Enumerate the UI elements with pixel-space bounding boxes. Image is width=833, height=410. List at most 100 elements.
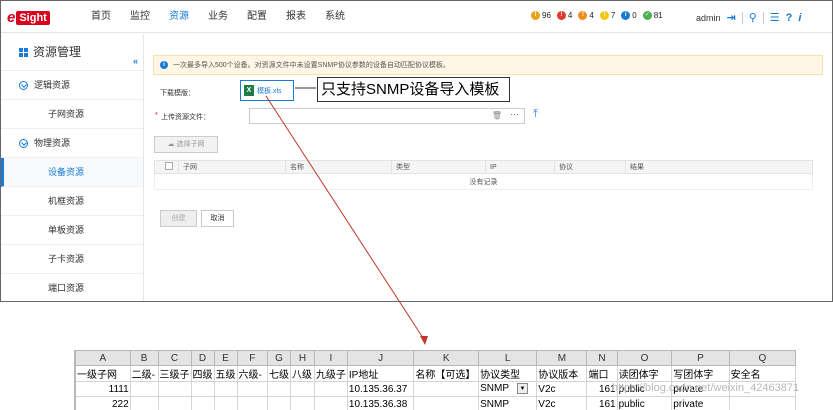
sheet-cell[interactable]: [313, 396, 348, 410]
sheet-cell[interactable]: 161: [586, 396, 618, 410]
sheet-cell[interactable]: 写团体字: [671, 365, 730, 382]
alarm-major[interactable]: ! 4: [556, 11, 572, 20]
sheet-cell[interactable]: [190, 381, 215, 397]
sheet-cell[interactable]: V2c: [536, 381, 588, 397]
nav-home[interactable]: 首页: [91, 1, 111, 33]
sheet-cell[interactable]: 二级-: [129, 365, 159, 382]
sheet-cell[interactable]: 四级: [190, 365, 215, 382]
sheet-cell[interactable]: 端口: [586, 365, 618, 382]
col-letter[interactable]: I: [313, 350, 348, 366]
sheet-cell[interactable]: [190, 396, 215, 410]
col-name[interactable]: 名称: [285, 160, 392, 174]
create-button[interactable]: 创建: [160, 210, 197, 227]
alarm-critical[interactable]: ! 96: [531, 11, 551, 20]
col-letter[interactable]: J: [346, 350, 415, 366]
sheet-cell[interactable]: public: [616, 396, 673, 410]
sheet-cell[interactable]: 一级子网: [75, 365, 131, 382]
sheet-cell[interactable]: 1111: [75, 381, 131, 397]
sidebar-item-subnet[interactable]: 子网资源: [1, 100, 143, 129]
col-protocol[interactable]: 协议: [554, 160, 626, 174]
dropdown-arrow-icon[interactable]: ▼: [517, 383, 529, 395]
nav-system[interactable]: 系统: [325, 1, 345, 33]
sidebar-item-subcard[interactable]: 子卡资源: [1, 245, 143, 274]
select-subnet-button[interactable]: ☁ 选择子网: [154, 136, 218, 153]
alarm-minor[interactable]: ! 4: [578, 11, 594, 20]
col-letter[interactable]: P: [671, 350, 730, 366]
username[interactable]: admin: [696, 13, 721, 23]
nav-monitor[interactable]: 监控: [130, 1, 150, 33]
menu-icon[interactable]: ☰: [770, 11, 780, 24]
template-download-link[interactable]: X 模板.xls: [240, 80, 294, 101]
sheet-cell[interactable]: 七级: [267, 365, 292, 382]
sheet-cell[interactable]: [129, 381, 159, 397]
nav-resource[interactable]: 资源: [169, 1, 189, 33]
sheet-cell[interactable]: [267, 396, 292, 410]
sidebar-item-chassis[interactable]: 机框资源: [1, 187, 143, 216]
sheet-cell[interactable]: [267, 381, 292, 397]
col-letter[interactable]: G: [267, 350, 292, 366]
sheet-cell[interactable]: private: [671, 396, 730, 410]
sheet-cell[interactable]: IP地址: [346, 365, 415, 382]
col-subnet[interactable]: 子网: [178, 160, 286, 174]
sheet-cell[interactable]: [213, 396, 238, 410]
cancel-button[interactable]: 取消: [201, 210, 234, 227]
sheet-cell[interactable]: 10.135.36.38: [346, 396, 415, 410]
sidebar-item-port[interactable]: 端口资源: [1, 274, 143, 301]
sheet-cell[interactable]: 六级-: [236, 365, 269, 382]
sheet-cell[interactable]: 协议版本: [536, 365, 588, 382]
col-letter[interactable]: M: [536, 350, 588, 366]
sheet-cell-protocol[interactable]: SNMP ▼: [478, 381, 538, 397]
col-letter[interactable]: F: [236, 350, 269, 366]
sheet-cell[interactable]: 协议类型: [478, 365, 538, 382]
sheet-cell[interactable]: [413, 381, 480, 397]
col-ip[interactable]: IP: [485, 160, 555, 174]
alarm-info[interactable]: i0: [621, 11, 637, 20]
col-letter[interactable]: O: [616, 350, 673, 366]
sheet-cell[interactable]: 读团体字: [616, 365, 673, 382]
upload-icon[interactable]: ⤒: [533, 108, 538, 121]
sheet-cell[interactable]: [290, 396, 315, 410]
sheet-cell[interactable]: 222: [75, 396, 131, 410]
nav-service[interactable]: 业务: [208, 1, 228, 33]
col-letter[interactable]: N: [586, 350, 618, 366]
sheet-cell[interactable]: [313, 381, 348, 397]
sheet-cell[interactable]: [728, 396, 796, 410]
col-result[interactable]: 结果: [625, 160, 813, 174]
sheet-cell[interactable]: [290, 381, 315, 397]
select-all-checkbox[interactable]: [154, 160, 179, 174]
sheet-cell[interactable]: 八级: [290, 365, 315, 382]
nav-report[interactable]: 报表: [286, 1, 306, 33]
alarm-ok[interactable]: ✓ 81: [642, 11, 663, 20]
help-icon[interactable]: ?: [786, 12, 793, 24]
trash-icon[interactable]: 🗑: [492, 111, 502, 120]
col-letter[interactable]: D: [190, 350, 215, 366]
sheet-cell[interactable]: [213, 381, 238, 397]
sheet-cell[interactable]: 九级子: [313, 365, 348, 382]
col-letter[interactable]: L: [478, 350, 538, 366]
col-letter[interactable]: A: [75, 350, 131, 366]
sheet-cell[interactable]: 三级子: [157, 365, 192, 382]
sidebar-group-logical[interactable]: 逻辑资源: [1, 71, 143, 100]
col-letter[interactable]: C: [157, 350, 192, 366]
col-letter[interactable]: E: [213, 350, 238, 366]
col-type[interactable]: 类型: [391, 160, 486, 174]
sidebar-group-physical[interactable]: 物理资源: [1, 129, 143, 158]
sheet-cell[interactable]: [236, 396, 269, 410]
col-letter[interactable]: Q: [728, 350, 796, 366]
sheet-cell[interactable]: [236, 381, 269, 397]
sheet-cell[interactable]: [129, 396, 159, 410]
sheet-cell[interactable]: V2c: [536, 396, 588, 410]
upload-file-input[interactable]: 🗑 ···: [249, 108, 525, 124]
col-letter[interactable]: H: [290, 350, 315, 366]
sheet-cell[interactable]: [413, 396, 480, 410]
sheet-cell[interactable]: 五级: [213, 365, 238, 382]
alarm-warning[interactable]: ! 7: [599, 11, 615, 20]
logout-icon[interactable]: ⇥: [727, 11, 736, 24]
col-letter[interactable]: B: [129, 350, 159, 366]
about-icon[interactable]: i: [798, 12, 801, 24]
search-icon[interactable]: ⚲: [749, 11, 757, 24]
sheet-cell[interactable]: 安全名: [728, 365, 796, 382]
sidebar-item-device[interactable]: 设备资源: [1, 158, 143, 187]
sheet-cell[interactable]: [157, 396, 192, 410]
sheet-cell[interactable]: SNMP: [478, 396, 538, 410]
